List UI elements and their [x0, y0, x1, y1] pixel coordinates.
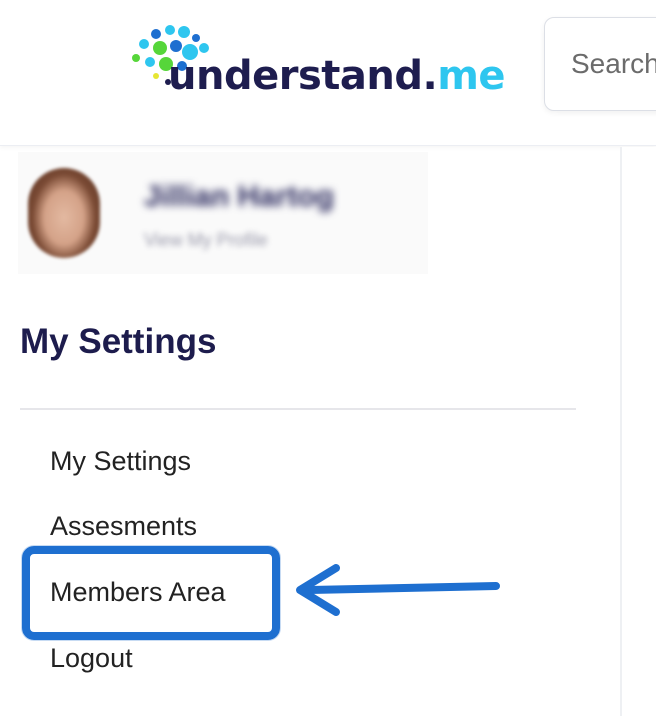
highlight-box: [22, 546, 280, 640]
search-input[interactable]: [571, 44, 656, 84]
logo-dot: .: [422, 53, 438, 99]
left-arrow-icon: [296, 564, 500, 616]
avatar[interactable]: [28, 168, 100, 258]
menu-item-assessments[interactable]: Assesments: [50, 511, 197, 542]
logo-tld: me: [437, 53, 505, 99]
content-panel-edge: [620, 147, 656, 716]
page-title: My Settings: [20, 322, 217, 361]
view-profile-link[interactable]: View My Profile: [144, 230, 268, 251]
site-header: understand.me: [0, 0, 656, 146]
divider: [20, 408, 576, 410]
logo-wordmark: understand.me: [168, 52, 505, 100]
search-box[interactable]: [544, 17, 656, 111]
understand-me-logo[interactable]: understand.me: [128, 24, 505, 104]
menu-item-logout[interactable]: Logout: [50, 643, 133, 674]
menu-item-my-settings[interactable]: My Settings: [50, 446, 191, 477]
logo-word: understand: [168, 53, 423, 99]
profile-card[interactable]: Jillian Hartog View My Profile: [18, 152, 428, 274]
profile-name: Jillian Hartog: [144, 180, 335, 213]
